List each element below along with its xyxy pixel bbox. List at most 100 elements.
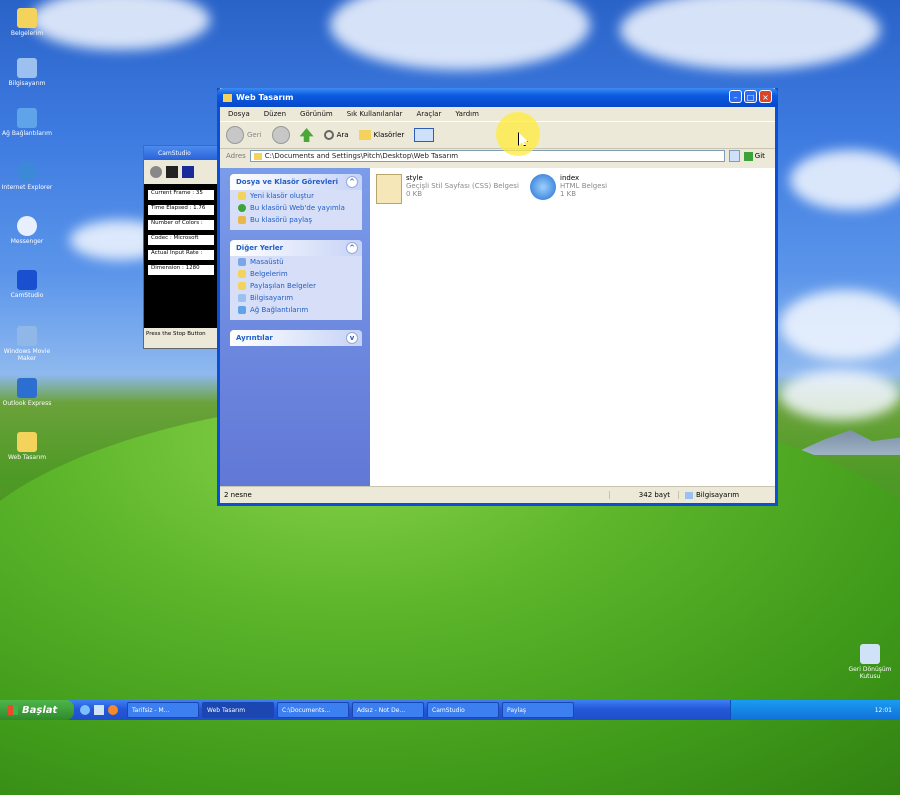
taskbar-task[interactable]: Web Tasarım	[202, 702, 274, 718]
desktop-icon-messenger[interactable]: Messenger	[0, 216, 57, 245]
task-new-folder[interactable]: Yeni klasör oluştur	[230, 190, 362, 202]
place-my-computer[interactable]: Bilgisayarım	[230, 292, 362, 304]
messenger-icon	[17, 216, 37, 236]
documents-icon	[238, 270, 246, 278]
share-folder-icon	[238, 216, 246, 224]
menu-araclar[interactable]: Araçlar	[416, 110, 441, 118]
search-icon	[323, 130, 334, 140]
folder-icon	[17, 8, 37, 28]
globe-icon	[238, 204, 246, 212]
close-button[interactable]: ×	[759, 90, 772, 103]
desktop-icon-belgelerim[interactable]: Belgelerim	[0, 8, 57, 37]
panel-header[interactable]: Ayrıntılar v	[230, 330, 362, 346]
outlook-express-icon	[17, 378, 37, 398]
address-dropdown-button[interactable]	[728, 150, 740, 162]
computer-icon	[238, 294, 246, 302]
panel-header[interactable]: Diğer Yerler ^	[230, 240, 362, 256]
file-item-index[interactable]: index HTML Belgesi 1 KB	[530, 174, 607, 200]
taskbar-task[interactable]: Tarifsiz - M...	[127, 702, 199, 718]
desktop-icon-web-tasarim[interactable]: Web Tasarım	[0, 432, 57, 461]
place-shared-documents[interactable]: Paylaşılan Belgeler	[230, 280, 362, 292]
taskbar-task[interactable]: Paylaş	[502, 702, 574, 718]
panel-other-places: Diğer Yerler ^ Masaüstü Belgelerim Paylaş…	[230, 240, 362, 320]
ie-quick-icon[interactable]	[80, 705, 90, 715]
desktop-icon-bilgisayarim[interactable]: Bilgisayarım	[0, 58, 57, 87]
info-row: Actual Input Rate :	[147, 249, 215, 261]
status-zone: Bilgisayarım	[678, 491, 739, 499]
desktop-icon-camstudio[interactable]: CamStudio	[0, 270, 57, 299]
folder-icon	[223, 93, 232, 102]
forward-button[interactable]	[271, 126, 290, 144]
start-button[interactable]: Başlat	[0, 700, 74, 720]
info-row: Current Frame : 35	[147, 189, 215, 201]
status-bar: 2 nesne 342 bayt Bilgisayarım	[220, 486, 775, 503]
desktop-icon-ie[interactable]: Internet Explorer	[0, 162, 57, 191]
internet-explorer-icon	[530, 174, 556, 200]
window-titlebar[interactable]: Web Tasarım	[217, 88, 778, 107]
recorder-info: Current Frame : 35 Time Elapsed : 1.76 N…	[144, 184, 218, 328]
collapse-icon[interactable]: ^	[346, 242, 358, 254]
panel-details: Ayrıntılar v	[230, 330, 362, 346]
recycle-bin-icon	[860, 644, 880, 664]
computer-icon	[685, 491, 693, 499]
place-network[interactable]: Ağ Bağlantılarım	[230, 304, 362, 320]
place-desktop[interactable]: Masaüstü	[230, 256, 362, 268]
collapse-icon[interactable]: ^	[346, 176, 358, 188]
back-button[interactable]: Geri	[226, 126, 262, 144]
window-body: Dosya ve Klasör Görevleri ^ Yeni klasör o…	[220, 168, 775, 488]
show-desktop-icon[interactable]	[94, 705, 104, 715]
file-item-style[interactable]: style Geçişli Stil Sayfası (CSS) Belgesi…	[376, 174, 519, 204]
address-input[interactable]: C:\Documents and Settings\Pitch\Desktop\…	[249, 150, 725, 162]
maximize-button[interactable]: □	[744, 90, 757, 103]
computer-icon	[17, 58, 37, 78]
folder-icon	[253, 152, 262, 160]
desktop-icon-recycle-bin[interactable]: Geri Dönüşüm Kutusu	[840, 644, 900, 680]
search-button[interactable]: Ara	[323, 130, 349, 140]
status-object-count: 2 nesne	[224, 491, 252, 499]
address-label: Adres	[226, 152, 246, 160]
go-button[interactable]: Git	[743, 151, 765, 161]
folder-icon	[17, 432, 37, 452]
desktop-icon-network[interactable]: Ağ Bağlantılarım	[0, 108, 57, 137]
window-title: Web Tasarım	[236, 93, 294, 102]
status-size: 342 bayt	[609, 491, 678, 499]
info-row: Number of Colors :	[147, 219, 215, 231]
network-icon	[17, 108, 37, 128]
menu-bar: Dosya Düzen Görünüm Sık Kullanılanlar Ar…	[220, 107, 775, 121]
menu-gorunum[interactable]: Görünüm	[300, 110, 333, 118]
desktop-icon-movie-maker[interactable]: Windows Movie Maker	[0, 326, 57, 362]
taskbar-task[interactable]: Adsız - Not De...	[352, 702, 424, 718]
menu-sik-kullanilanlar[interactable]: Sık Kullanılanlar	[347, 110, 403, 118]
expand-icon[interactable]: v	[346, 332, 358, 344]
media-player-icon[interactable]	[108, 705, 118, 715]
views-button[interactable]	[414, 128, 435, 142]
record-icon[interactable]	[150, 166, 162, 178]
network-icon	[238, 306, 246, 314]
taskbar-task[interactable]: C:\Documents...	[277, 702, 349, 718]
new-folder-icon	[238, 192, 246, 200]
info-row: Codec : Microsoft	[147, 234, 215, 246]
taskbar-task[interactable]: CamStudio	[427, 702, 499, 718]
task-share-folder[interactable]: Bu klasörü paylaş	[230, 214, 362, 230]
minimize-button[interactable]: –	[729, 90, 742, 103]
clock[interactable]: 12:01	[875, 707, 892, 714]
desktop-icon-outlook[interactable]: Outlook Express	[0, 378, 57, 407]
up-folder-icon[interactable]	[299, 128, 314, 142]
taskbar: Başlat Tarifsiz - M... Web Tasarım C:\Do…	[0, 700, 900, 720]
pause-icon[interactable]	[182, 166, 194, 178]
quick-launch	[80, 705, 118, 715]
stop-icon[interactable]	[166, 166, 178, 178]
file-list: style Geçişli Stil Sayfası (CSS) Belgesi…	[370, 168, 775, 488]
menu-yardim[interactable]: Yardım	[455, 110, 479, 118]
panel-header[interactable]: Dosya ve Klasör Görevleri ^	[230, 174, 362, 190]
go-arrow-icon	[743, 151, 753, 161]
folders-icon	[358, 130, 371, 140]
task-publish-web[interactable]: Bu klasörü Web'de yayımla	[230, 202, 362, 214]
recorder-window: CamStudio Current Frame : 35 Time Elapse…	[143, 145, 219, 349]
menu-duzen[interactable]: Düzen	[264, 110, 286, 118]
camstudio-icon	[17, 270, 37, 290]
place-documents[interactable]: Belgelerim	[230, 268, 362, 280]
folders-button[interactable]: Klasörler	[358, 130, 404, 140]
system-tray: 12:01	[730, 700, 900, 720]
menu-dosya[interactable]: Dosya	[228, 110, 250, 118]
